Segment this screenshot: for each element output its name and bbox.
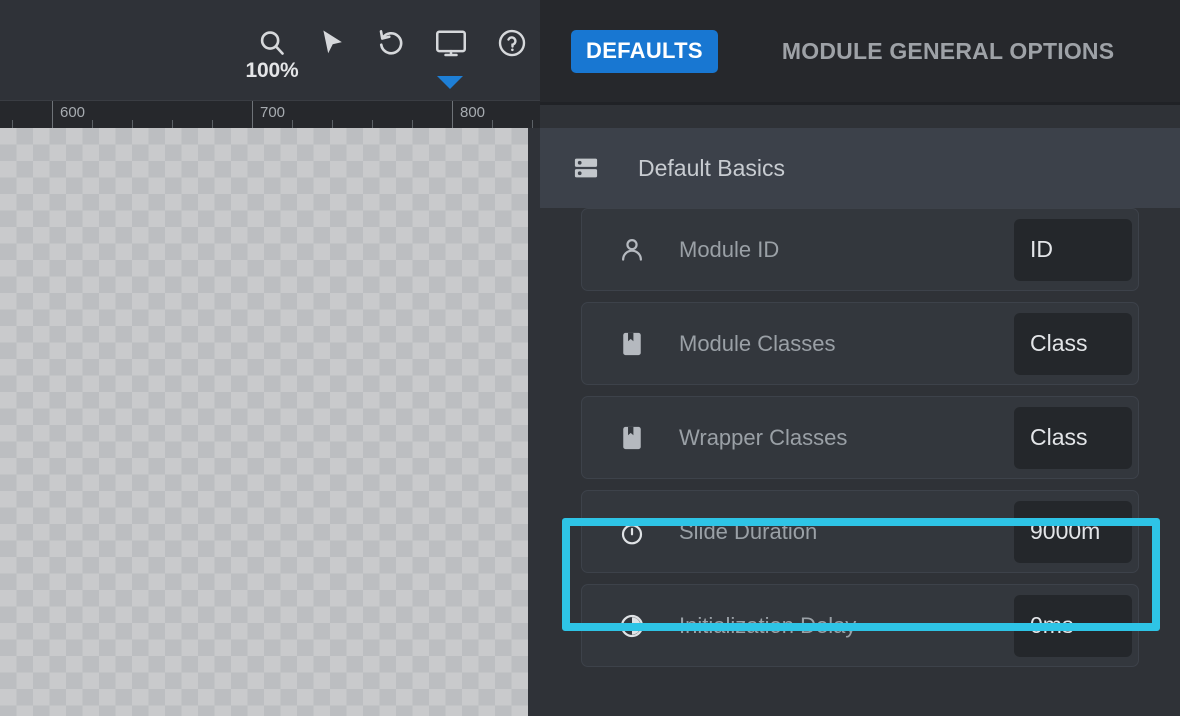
- bookmark-icon: [616, 330, 648, 358]
- ruler-minor-tick: [292, 120, 293, 128]
- help-tool[interactable]: [492, 28, 532, 58]
- setting-row-module-classes[interactable]: Module Classes Class: [581, 302, 1139, 385]
- ruler-minor-tick: [332, 120, 333, 128]
- design-canvas[interactable]: [0, 128, 528, 716]
- ruler-minor-tick: [132, 120, 133, 128]
- zoom-tool[interactable]: 100%: [243, 28, 301, 81]
- setting-label: Slide Duration: [679, 518, 818, 544]
- setting-label: Module Classes: [679, 330, 836, 356]
- zoom-level-label: 100%: [245, 59, 299, 82]
- ruler-minor-tick: [532, 120, 533, 128]
- initialization-delay-input[interactable]: 0ms: [1014, 594, 1132, 657]
- ruler-minor-tick: [492, 120, 493, 128]
- setting-row-initialization-delay[interactable]: Initialization Delay 0ms: [581, 584, 1139, 667]
- ruler-label: 700: [260, 104, 286, 121]
- module-classes-input[interactable]: Class: [1014, 312, 1132, 375]
- stopwatch-icon: [616, 517, 648, 547]
- ruler-minor-tick: [172, 120, 173, 128]
- ruler-minor-tick: [92, 120, 93, 128]
- ruler-minor-tick: [12, 120, 13, 128]
- active-viewport-indicator: [437, 76, 463, 89]
- editor-area: 100% 600 700 800: [0, 0, 540, 716]
- wrapper-classes-input[interactable]: Class: [1014, 406, 1132, 469]
- bookmark-icon: [616, 424, 648, 452]
- editor-toolbar: 100%: [0, 0, 540, 100]
- section-title: Default Basics: [638, 154, 786, 181]
- section-header-default-basics[interactable]: Default Basics: [540, 128, 1180, 208]
- panel-header-divider: [540, 102, 1180, 105]
- slide-duration-input[interactable]: 9000m: [1014, 500, 1132, 563]
- ruler-minor-tick: [412, 120, 413, 128]
- undo-tool[interactable]: [370, 28, 412, 58]
- horizontal-ruler[interactable]: 600 700 800: [0, 100, 540, 128]
- ruler-major-tick: [452, 101, 453, 128]
- page-title: MODULE GENERAL OPTIONS: [781, 37, 1115, 64]
- person-icon: [616, 236, 648, 264]
- settings-panel: DEFAULTS MODULE GENERAL OPTIONS Default …: [540, 0, 1180, 716]
- ruler-minor-tick: [372, 120, 373, 128]
- cursor-tool[interactable]: [312, 28, 352, 60]
- screen-size-tool[interactable]: [430, 28, 472, 58]
- setting-row-slide-duration[interactable]: Slide Duration 9000m: [581, 490, 1139, 573]
- ruler-label: 600: [60, 104, 86, 121]
- settings-rows: Module ID ID Module Classes Class Wrappe…: [540, 208, 1180, 716]
- canvas-gutter: [528, 128, 540, 716]
- server-list-icon: [571, 154, 601, 182]
- ruler-major-tick: [52, 101, 53, 128]
- help-circle-icon: [497, 28, 527, 58]
- ruler-major-tick: [252, 101, 253, 128]
- setting-label: Initialization Delay: [679, 612, 857, 638]
- ruler-minor-tick: [212, 120, 213, 128]
- setting-label: Module ID: [679, 236, 780, 262]
- setting-label: Wrapper Classes: [679, 424, 848, 450]
- app-root: 100% 600 700 800 DEFAULTS MODULE GENERAL…: [0, 0, 1180, 716]
- clock-delay-icon: [616, 612, 648, 640]
- cursor-arrow-icon: [317, 28, 347, 60]
- search-icon: [257, 28, 287, 58]
- undo-icon: [376, 28, 406, 58]
- panel-header: DEFAULTS MODULE GENERAL OPTIONS: [540, 0, 1180, 102]
- setting-row-wrapper-classes[interactable]: Wrapper Classes Class: [581, 396, 1139, 479]
- setting-row-module-id[interactable]: Module ID ID: [581, 208, 1139, 291]
- desktop-monitor-icon: [434, 28, 468, 58]
- module-id-input[interactable]: ID: [1014, 218, 1132, 281]
- defaults-button[interactable]: DEFAULTS: [571, 29, 718, 73]
- ruler-label: 800: [460, 104, 486, 121]
